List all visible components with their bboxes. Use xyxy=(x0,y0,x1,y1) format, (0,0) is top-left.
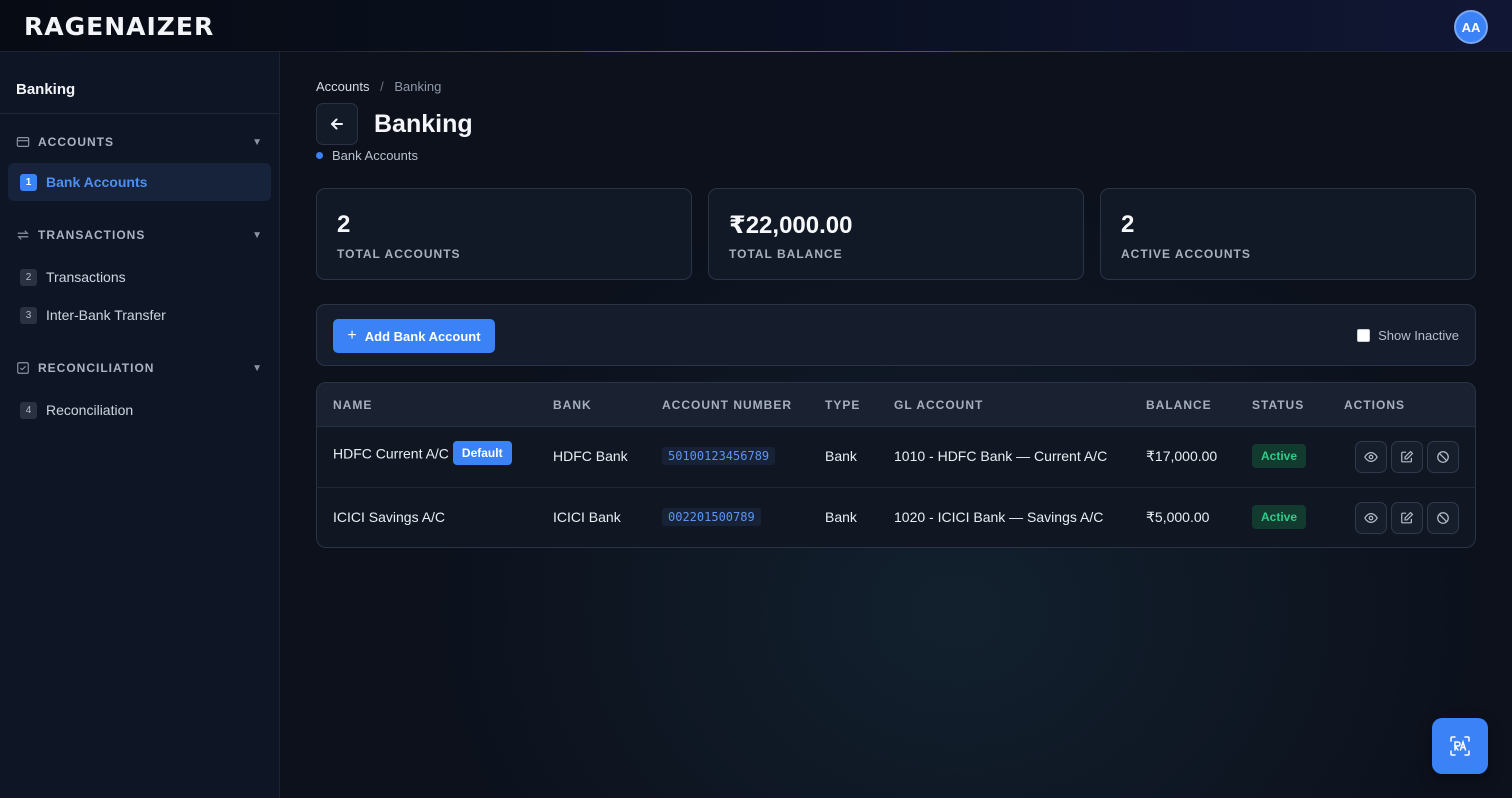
show-inactive-checkbox[interactable] xyxy=(1357,329,1371,342)
cell-account-number: 50100123456789 xyxy=(662,447,776,465)
sidebar-item-transactions[interactable]: 2 Transactions xyxy=(8,258,271,296)
page-title: Banking xyxy=(374,110,473,138)
cell-bank: HDFC Bank xyxy=(553,448,628,464)
table-row[interactable]: HDFC Current A/C Default HDFC Bank 501001… xyxy=(317,427,1475,488)
cell-type: Bank xyxy=(825,509,857,525)
chevron-down-icon: ▼ xyxy=(252,136,263,148)
stat-label: TOTAL ACCOUNTS xyxy=(337,247,461,261)
stat-label: ACTIVE ACCOUNTS xyxy=(1121,247,1251,261)
breadcrumb-current: Banking xyxy=(394,79,442,94)
show-inactive-toggle[interactable]: Show Inactive xyxy=(1357,328,1459,343)
add-bank-account-button[interactable]: + Add Bank Account xyxy=(333,319,495,353)
sidebar-section-transactions[interactable]: TRANSACTIONS ▼ xyxy=(0,225,279,245)
checkbox-icon xyxy=(17,362,29,374)
ban-icon xyxy=(1437,512,1449,524)
stat-card-active-accounts: 2 ACTIVE ACCOUNTS xyxy=(1100,188,1476,280)
status-dot xyxy=(316,152,323,159)
cell-balance: ₹5,000.00 xyxy=(1146,509,1210,525)
user-avatar[interactable]: AA xyxy=(1454,10,1488,44)
nav-number-badge: 3 xyxy=(20,306,37,324)
sidebar: Banking ACCOUNTS ▼ 1 Bank Accounts TRANS… xyxy=(0,52,280,798)
ban-icon xyxy=(1437,451,1449,463)
sidebar-section-accounts[interactable]: ACCOUNTS ▼ xyxy=(0,132,279,152)
deactivate-button[interactable] xyxy=(1427,502,1459,534)
sidebar-item-inter-bank-transfer[interactable]: 3 Inter-Bank Transfer xyxy=(8,296,271,334)
edit-icon xyxy=(1401,450,1414,463)
bank-accounts-table: NAME BANK ACCOUNT NUMBER TYPE GL ACCOUNT… xyxy=(316,382,1476,548)
arrow-left-icon xyxy=(331,118,343,130)
back-button[interactable] xyxy=(316,103,358,145)
column-header-gl-account[interactable]: GL ACCOUNT xyxy=(894,398,983,412)
cell-bank: ICICI Bank xyxy=(553,509,621,525)
edit-icon xyxy=(1401,511,1414,524)
column-header-account-number[interactable]: ACCOUNT NUMBER xyxy=(662,398,792,412)
column-header-actions: ACTIONS xyxy=(1344,398,1405,412)
sidebar-item-label: Bank Accounts xyxy=(46,174,148,190)
edit-button[interactable] xyxy=(1391,441,1423,473)
cell-account-number: 002201500789 xyxy=(662,508,761,526)
sidebar-item-bank-accounts[interactable]: 1 Bank Accounts xyxy=(8,163,271,201)
cell-name: HDFC Current A/C Default xyxy=(333,441,512,467)
deactivate-button[interactable] xyxy=(1427,441,1459,473)
status-badge: Active xyxy=(1252,444,1307,468)
cell-gl-account: 1010 - HDFC Bank — Current A/C xyxy=(894,448,1108,464)
chevron-down-icon: ▼ xyxy=(252,229,263,241)
chevron-down-icon: ▼ xyxy=(252,362,263,374)
account-name: HDFC Current A/C xyxy=(333,445,449,462)
column-header-name[interactable]: NAME xyxy=(333,398,372,412)
table-row[interactable]: ICICI Savings A/C ICICI Bank 00220150078… xyxy=(317,488,1475,547)
sidebar-item-reconciliation[interactable]: 4 Reconciliation xyxy=(8,391,271,429)
stat-value: 2 xyxy=(337,211,351,238)
column-header-type[interactable]: TYPE xyxy=(825,398,860,412)
cell-balance: ₹17,000.00 xyxy=(1146,448,1218,464)
stat-label: TOTAL BALANCE xyxy=(729,247,843,261)
default-badge: Default xyxy=(452,441,512,465)
stat-value: ₹22,000.00 xyxy=(729,212,853,239)
column-header-status[interactable]: STATUS xyxy=(1252,398,1304,412)
plus-icon: + xyxy=(347,327,357,344)
status-badge: Active xyxy=(1252,505,1307,529)
assistant-icon xyxy=(1450,736,1470,756)
sidebar-section-label: TRANSACTIONS xyxy=(38,228,146,242)
view-button[interactable] xyxy=(1355,441,1387,473)
table-toolbar: + Add Bank Account Show Inactive xyxy=(316,304,1476,366)
nav-number-badge: 4 xyxy=(20,401,37,419)
breadcrumb-accounts-link[interactable]: Accounts xyxy=(316,79,369,94)
eye-icon xyxy=(1364,513,1378,523)
page-subtitle: Bank Accounts xyxy=(316,148,418,163)
credit-card-icon xyxy=(16,137,30,147)
sidebar-title: Banking xyxy=(0,52,279,114)
edit-button[interactable] xyxy=(1391,502,1423,534)
stat-card-total-balance: ₹22,000.00 TOTAL BALANCE xyxy=(708,188,1084,280)
view-button[interactable] xyxy=(1355,502,1387,534)
sidebar-section-label: ACCOUNTS xyxy=(38,135,114,149)
breadcrumb-separator: / xyxy=(380,79,384,94)
stat-value: 2 xyxy=(1121,211,1135,238)
sidebar-item-label: Transactions xyxy=(46,269,126,285)
nav-number-badge: 1 xyxy=(20,173,37,191)
add-button-label: Add Bank Account xyxy=(364,328,481,344)
column-header-balance[interactable]: BALANCE xyxy=(1146,398,1212,412)
sidebar-item-label: Inter-Bank Transfer xyxy=(46,307,166,323)
cell-gl-account: 1020 - ICICI Bank — Savings A/C xyxy=(894,509,1104,525)
nav-number-badge: 2 xyxy=(20,268,37,286)
stat-card-total-accounts: 2 TOTAL ACCOUNTS xyxy=(316,188,692,280)
cell-name: ICICI Savings A/C xyxy=(333,509,446,525)
transfer-arrows-icon xyxy=(17,230,29,240)
breadcrumb: Accounts / Banking xyxy=(316,79,441,94)
column-header-bank[interactable]: BANK xyxy=(553,398,592,412)
sidebar-item-label: Reconciliation xyxy=(46,402,134,418)
sidebar-section-label: RECONCILIATION xyxy=(38,361,155,375)
top-bar: RAGENAIZER AA xyxy=(0,0,1512,52)
eye-icon xyxy=(1364,452,1378,462)
main-content: Accounts / Banking Banking Bank Accounts… xyxy=(280,52,1512,798)
table-header: NAME BANK ACCOUNT NUMBER TYPE GL ACCOUNT… xyxy=(317,383,1475,427)
cell-type: Bank xyxy=(825,448,857,464)
assistant-fab-button[interactable] xyxy=(1432,718,1488,774)
sidebar-section-reconciliation[interactable]: RECONCILIATION ▼ xyxy=(0,358,279,378)
show-inactive-label: Show Inactive xyxy=(1378,328,1459,343)
app-logo[interactable]: RAGENAIZER xyxy=(24,14,214,40)
page-subtitle-text: Bank Accounts xyxy=(332,148,418,163)
